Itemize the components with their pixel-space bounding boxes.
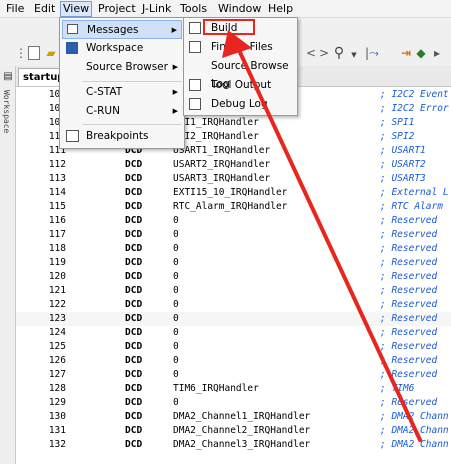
annotation-arrow [222,30,422,442]
